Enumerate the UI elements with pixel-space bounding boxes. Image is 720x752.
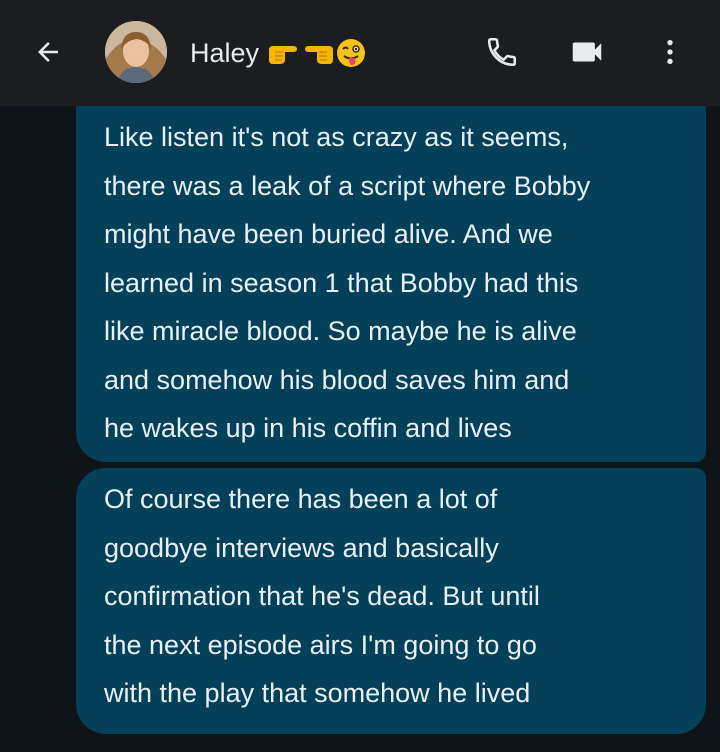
back-button[interactable] bbox=[24, 28, 72, 76]
arrow-back-icon bbox=[38, 42, 58, 62]
point-left-emoji-icon bbox=[305, 46, 334, 64]
call-button[interactable] bbox=[478, 28, 526, 76]
more-vert-icon bbox=[667, 40, 673, 64]
contact-name-text: Haley bbox=[190, 37, 260, 68]
message-bubble-outgoing[interactable]: Of course there has been a lot of goodby… bbox=[76, 468, 706, 734]
contact-name[interactable]: Haley bbox=[190, 32, 367, 74]
more-options-button[interactable] bbox=[646, 28, 694, 76]
winking-tongue-emoji-icon bbox=[337, 39, 366, 67]
video-call-button[interactable] bbox=[563, 28, 611, 76]
message-bubble-outgoing[interactable]: Like listen it's not as crazy as it seem… bbox=[76, 106, 706, 462]
video-camera-icon bbox=[572, 42, 602, 62]
name-emojis bbox=[267, 37, 367, 69]
conversation-header: Haley bbox=[0, 0, 720, 106]
phone-icon bbox=[487, 37, 517, 67]
avatar[interactable] bbox=[105, 21, 167, 83]
message-list[interactable]: Like listen it's not as crazy as it seem… bbox=[0, 106, 720, 752]
avatar-photo bbox=[105, 21, 167, 83]
point-right-emoji-icon bbox=[269, 46, 298, 64]
